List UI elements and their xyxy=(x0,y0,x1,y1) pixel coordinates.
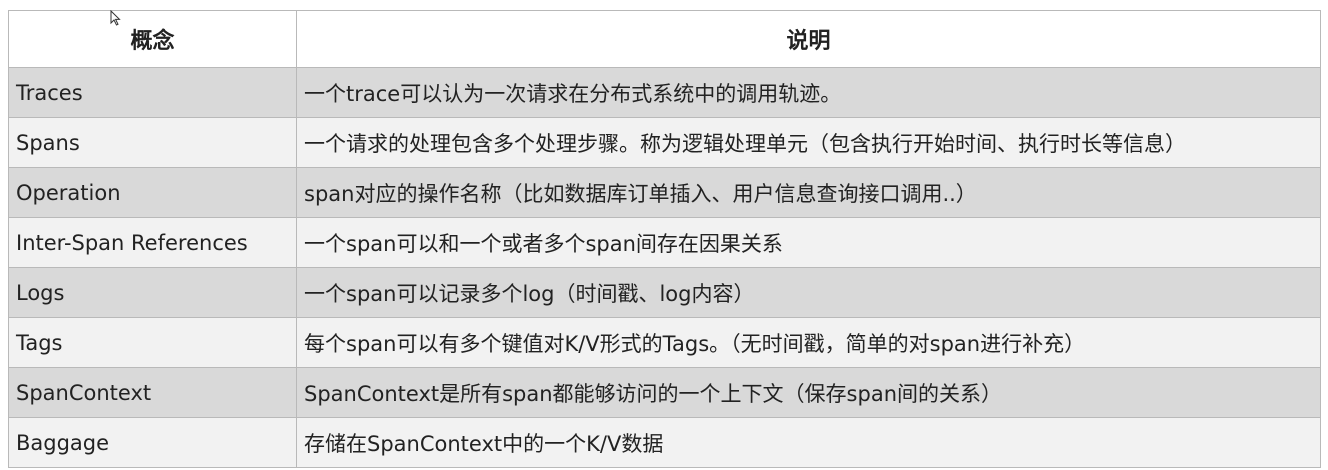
header-row: 概念 说明 xyxy=(8,10,1321,68)
concept-table-container: 概念 说明 Traces 一个trace可以认为一次请求在分布式系统中的调用轨迹… xyxy=(8,10,1321,468)
concept-cell: Logs xyxy=(8,267,297,318)
concept-table: 概念 说明 Traces 一个trace可以认为一次请求在分布式系统中的调用轨迹… xyxy=(8,10,1321,468)
description-cell: 一个请求的处理包含多个处理步骤。称为逻辑处理单元（包含执行开始时间、执行时长等信… xyxy=(296,117,1321,168)
table-row: Inter-Span References 一个span可以和一个或者多个spa… xyxy=(8,217,1321,268)
mouse-pointer-icon xyxy=(110,10,121,26)
description-cell: 存储在SpanContext中的一个K/V数据 xyxy=(296,417,1321,468)
table-row: Tags 每个span可以有多个键值对K/V形式的Tags。（无时间戳，简单的对… xyxy=(8,317,1321,368)
concept-cell: Inter-Span References xyxy=(8,217,297,268)
table-row: Baggage 存储在SpanContext中的一个K/V数据 xyxy=(8,417,1321,468)
description-cell: span对应的操作名称（比如数据库订单插入、用户信息查询接口调用..） xyxy=(296,167,1321,218)
table-row: SpanContext SpanContext是所有span都能够访问的一个上下… xyxy=(8,367,1321,418)
table-row: Traces 一个trace可以认为一次请求在分布式系统中的调用轨迹。 xyxy=(8,67,1321,118)
concept-cell: Traces xyxy=(8,67,297,118)
table-row: Spans 一个请求的处理包含多个处理步骤。称为逻辑处理单元（包含执行开始时间、… xyxy=(8,117,1321,168)
concept-cell: Spans xyxy=(8,117,297,168)
table-row: Operation span对应的操作名称（比如数据库订单插入、用户信息查询接口… xyxy=(8,167,1321,218)
table-body: Traces 一个trace可以认为一次请求在分布式系统中的调用轨迹。 Span… xyxy=(8,67,1321,468)
table-header: 概念 说明 xyxy=(8,10,1321,68)
concept-cell: Tags xyxy=(8,317,297,368)
concept-cell: Operation xyxy=(8,167,297,218)
description-cell: 一个span可以记录多个log（时间戳、log内容） xyxy=(296,267,1321,318)
description-cell: 一个span可以和一个或者多个span间存在因果关系 xyxy=(296,217,1321,268)
description-cell: 一个trace可以认为一次请求在分布式系统中的调用轨迹。 xyxy=(296,67,1321,118)
header-concept: 概念 xyxy=(8,10,297,68)
header-description: 说明 xyxy=(296,10,1321,68)
description-cell: 每个span可以有多个键值对K/V形式的Tags。（无时间戳，简单的对span进… xyxy=(296,317,1321,368)
description-cell: SpanContext是所有span都能够访问的一个上下文（保存span间的关系… xyxy=(296,367,1321,418)
concept-cell: Baggage xyxy=(8,417,297,468)
concept-cell: SpanContext xyxy=(8,367,297,418)
table-row: Logs 一个span可以记录多个log（时间戳、log内容） xyxy=(8,267,1321,318)
